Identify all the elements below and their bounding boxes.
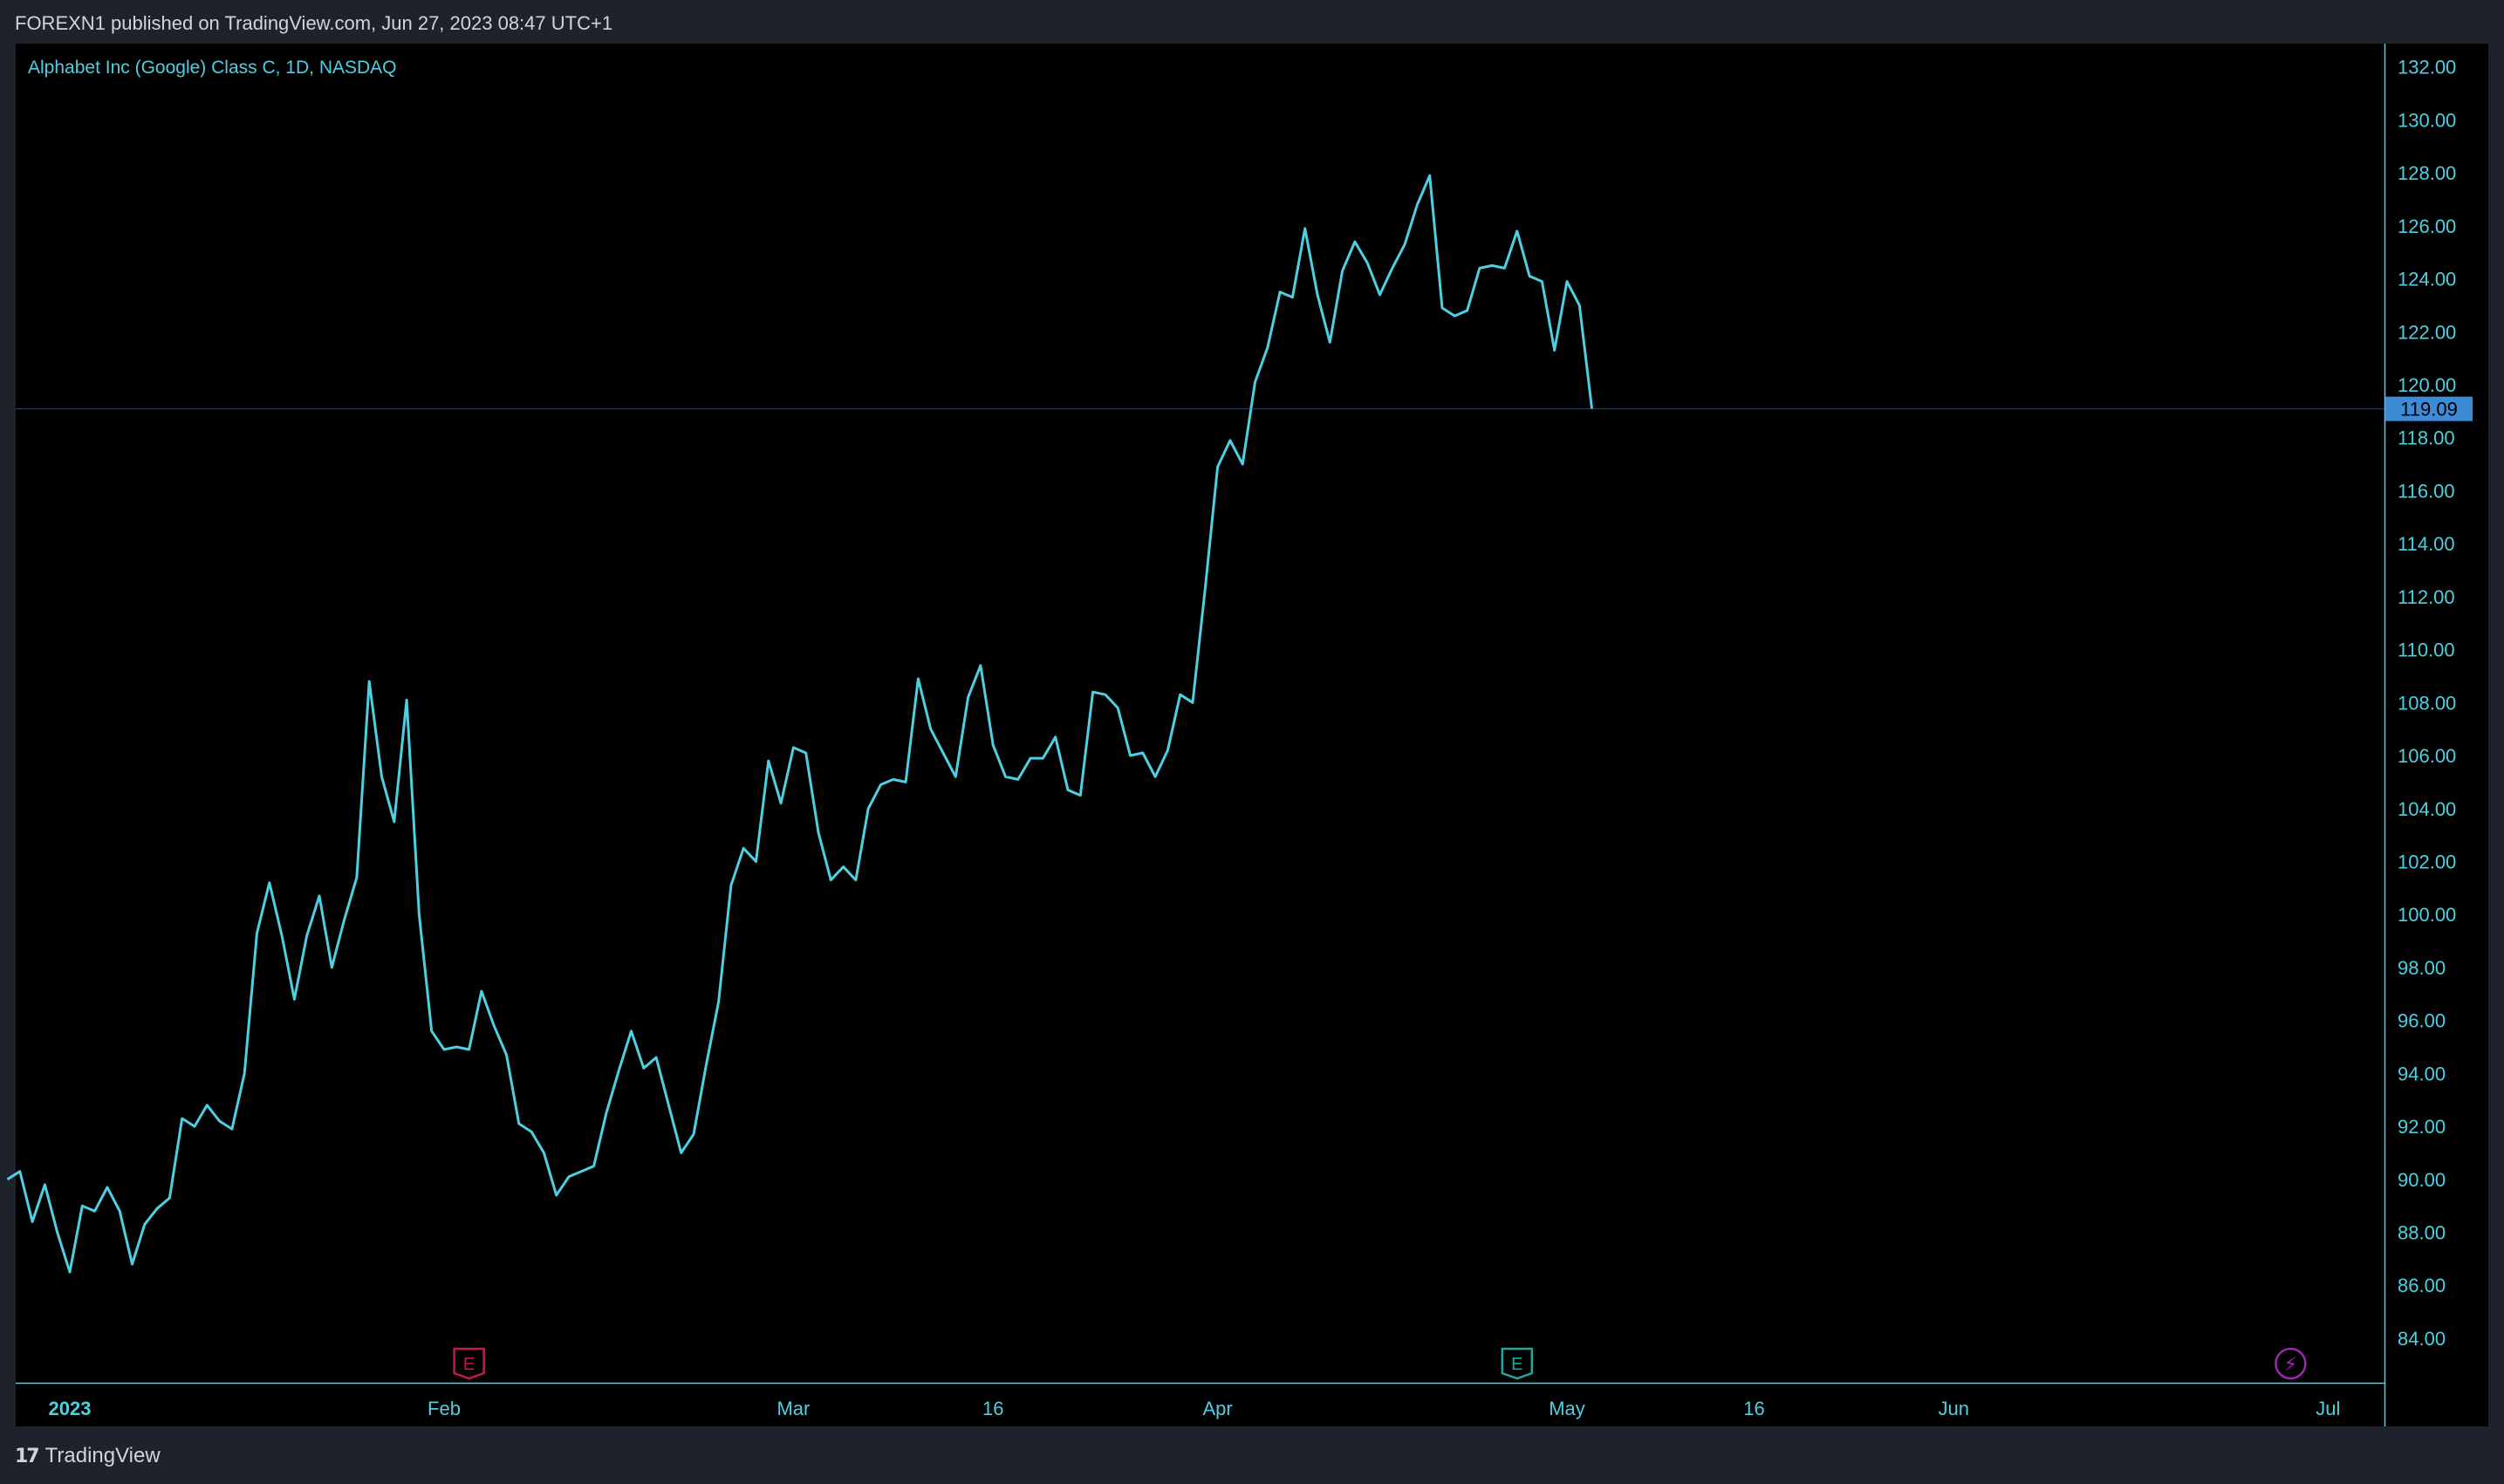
y-tick-label: 114.00 — [2398, 533, 2455, 555]
price-chart[interactable]: 132.00 130.00 128.00 126.00 124.00 122.00 120.… — [0, 0, 2504, 1484]
y-tick-label: 90.00 — [2398, 1169, 2446, 1191]
y-tick-label: 86.00 — [2398, 1275, 2446, 1296]
y-tick-label: 128.00 — [2398, 162, 2456, 184]
y-tick-label: 84.00 — [2398, 1328, 2446, 1350]
y-tick-label: 102.00 — [2398, 851, 2456, 872]
y-tick-label: 130.00 — [2398, 109, 2456, 131]
y-tick-label: 126.00 — [2398, 215, 2456, 237]
x-tick-label: 2023 — [49, 1398, 92, 1419]
y-tick-label: 94.00 — [2398, 1063, 2446, 1084]
y-tick-label: 108.00 — [2398, 692, 2456, 714]
x-tick-label: Jul — [2316, 1398, 2340, 1419]
tradingview-logo[interactable]: 17 TradingView — [15, 1444, 161, 1468]
y-tick-label: 96.00 — [2398, 1010, 2446, 1032]
y-tick-label: 118.00 — [2398, 427, 2455, 449]
y-tick-label: 88.00 — [2398, 1222, 2446, 1244]
tradingview-logo-icon: 17 — [15, 1445, 40, 1467]
x-tick-label: Apr — [1202, 1398, 1232, 1419]
y-tick-label: 92.00 — [2398, 1116, 2446, 1138]
chart-title: Alphabet Inc (Google) Class C, 1D, NASDA… — [28, 58, 397, 78]
x-tick-label: Mar — [777, 1398, 810, 1419]
y-tick-label: 112.00 — [2398, 586, 2455, 608]
y-tick-label: 120.00 — [2398, 374, 2456, 396]
y-tick-label: 100.00 — [2398, 904, 2456, 926]
x-tick-label: May — [1549, 1398, 1585, 1419]
earnings-icon[interactable]: E — [453, 1347, 485, 1380]
y-tick-label: 124.00 — [2398, 269, 2456, 291]
svg-text:E: E — [1511, 1355, 1522, 1374]
x-tick-label: Feb — [428, 1398, 461, 1419]
lightning-icon[interactable]: ⚡ — [2275, 1347, 2307, 1380]
y-tick-label: 132.00 — [2398, 57, 2456, 79]
svg-text:E: E — [463, 1355, 475, 1374]
y-tick-label: 110.00 — [2398, 639, 2455, 661]
x-tick-label: Jun — [1939, 1398, 1969, 1419]
brand-name: TradingView — [44, 1444, 161, 1467]
svg-text:⚡: ⚡ — [2284, 1354, 2297, 1376]
price-series-line — [6, 174, 1594, 1274]
x-tick-label: 16 — [1743, 1398, 1764, 1419]
last-price-label: 119.09 — [2400, 399, 2458, 421]
earnings-icon[interactable]: E — [1501, 1347, 1534, 1380]
y-tick-label: 122.00 — [2398, 321, 2456, 343]
y-tick-label: 98.00 — [2398, 957, 2446, 979]
y-tick-label: 116.00 — [2398, 480, 2455, 502]
x-tick-label: 16 — [982, 1398, 1003, 1419]
y-tick-label: 104.00 — [2398, 798, 2456, 820]
y-tick-label: 106.00 — [2398, 745, 2456, 767]
bottom-bar — [0, 1426, 2504, 1484]
